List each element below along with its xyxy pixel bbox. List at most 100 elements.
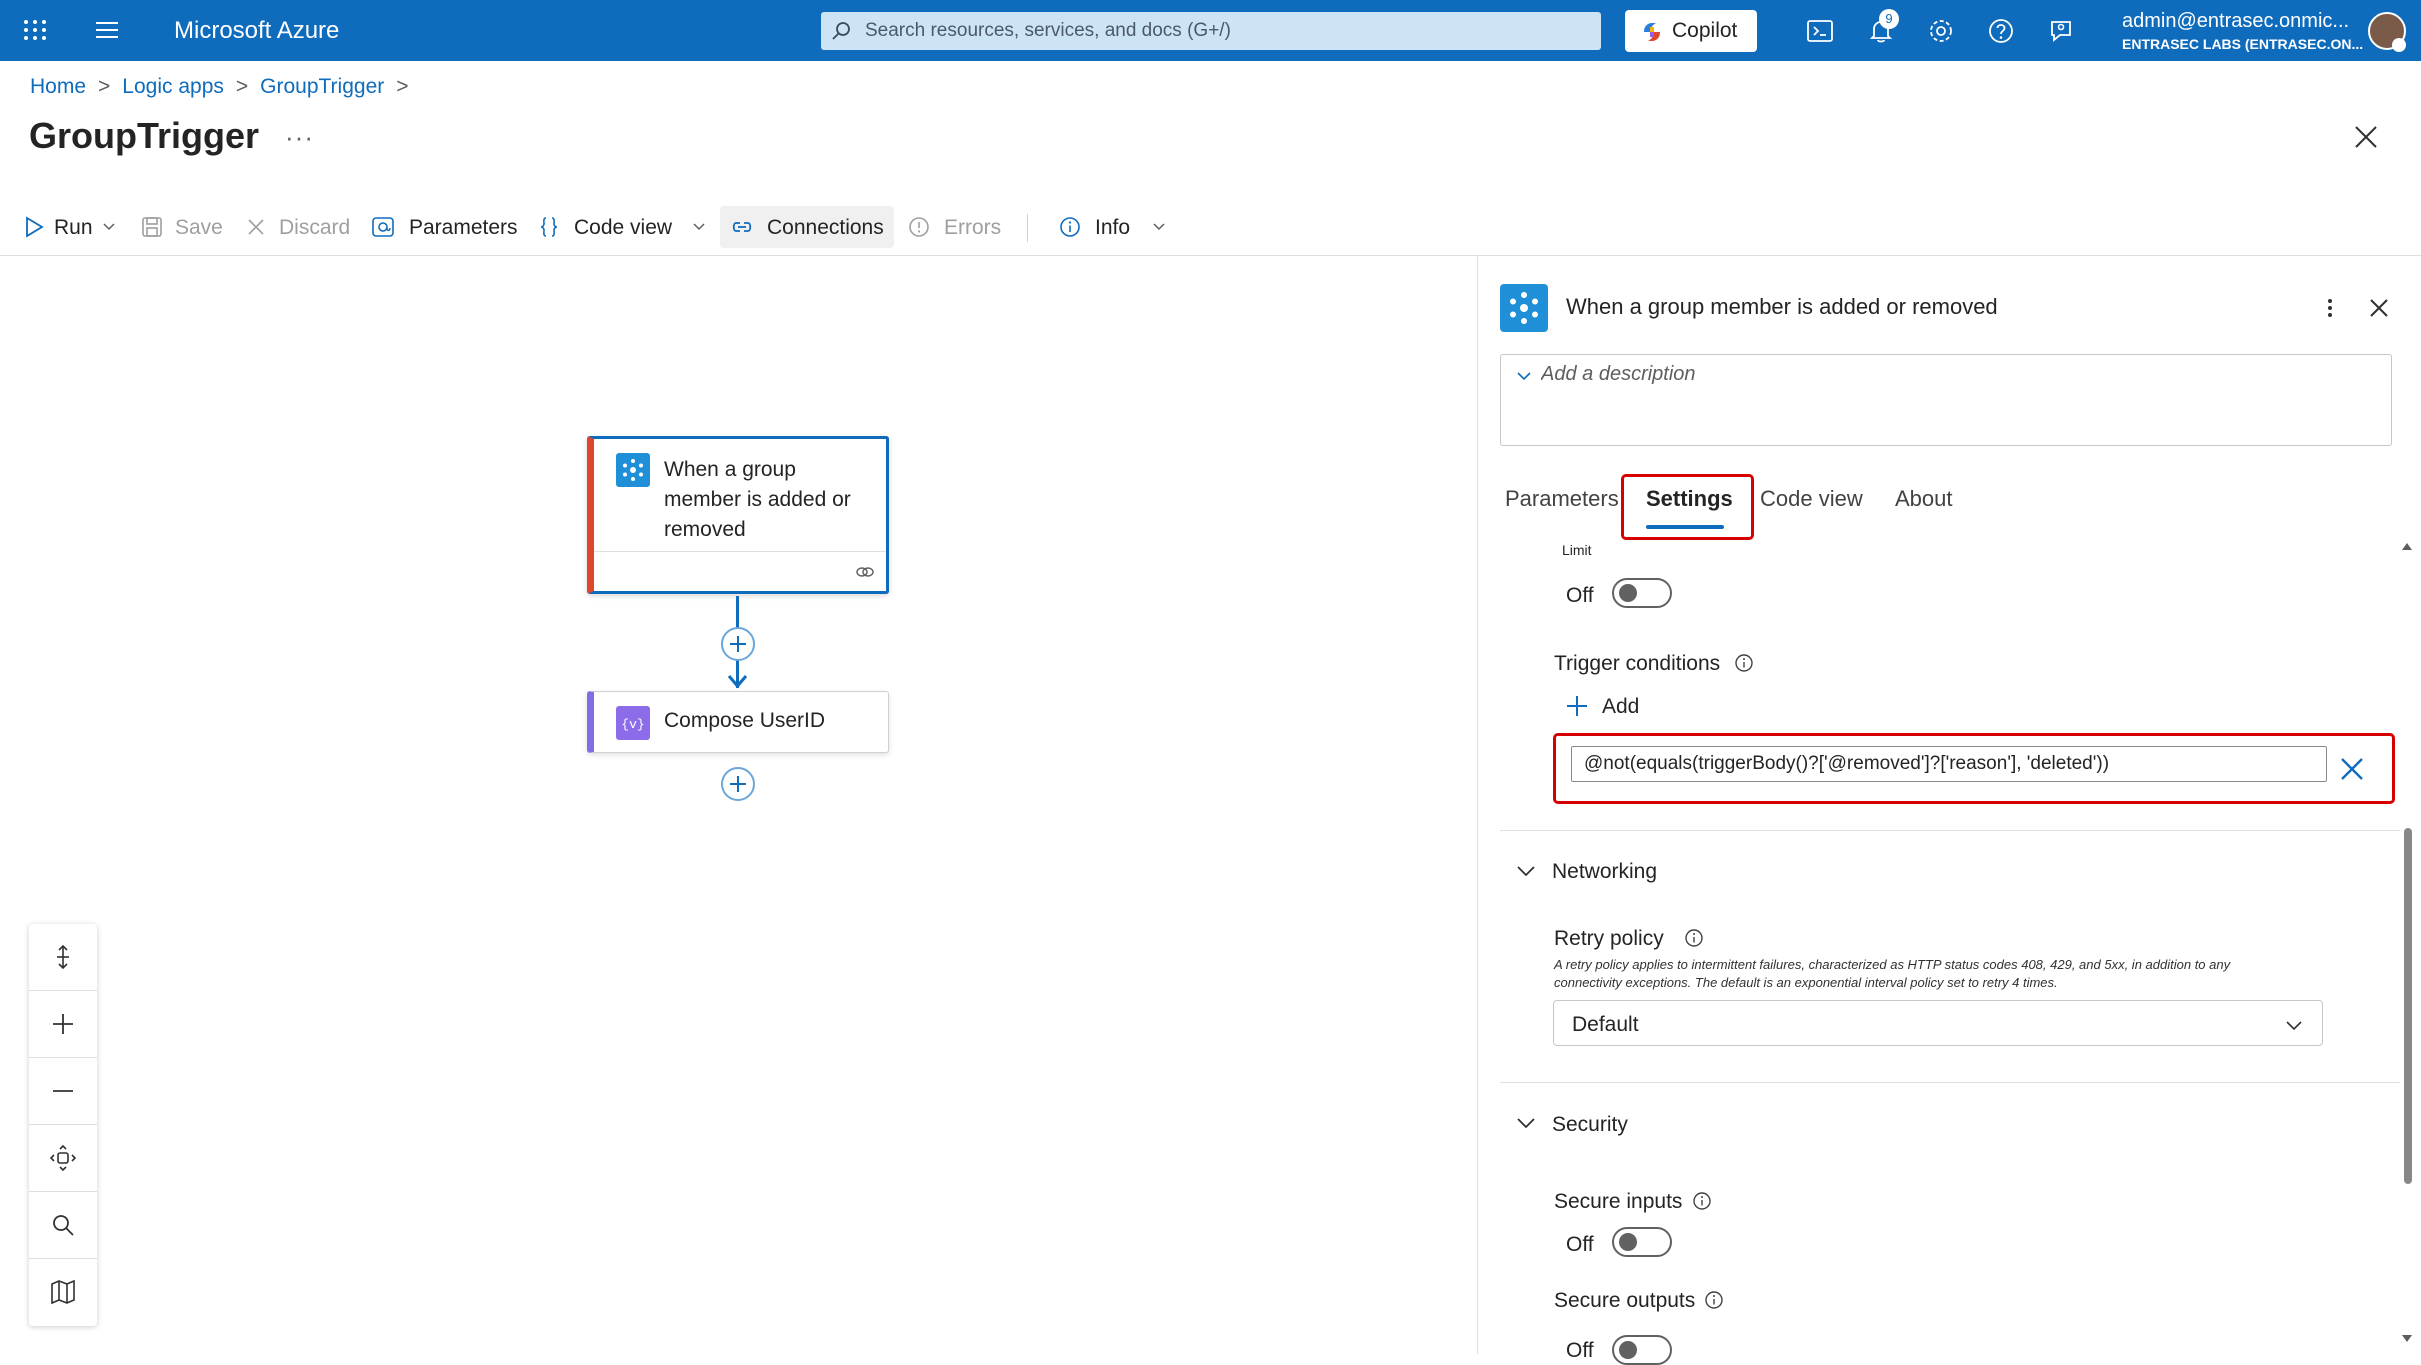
zoom-in-button[interactable]	[29, 991, 97, 1058]
copilot-label: Copilot	[1672, 19, 1738, 42]
toolbar-divider	[1027, 214, 1028, 242]
trigger-condition-input[interactable]	[1571, 746, 2327, 782]
connection-link-icon	[856, 567, 874, 577]
connections-button[interactable]: Connections	[720, 206, 894, 248]
description-input[interactable]	[1541, 363, 2381, 433]
global-search[interactable]	[821, 12, 1601, 50]
code-view-button[interactable]: Code view	[537, 206, 711, 248]
secure-inputs-label: Secure inputs	[1554, 1190, 1683, 1213]
retry-policy-dropdown[interactable]: Default	[1553, 1000, 2323, 1046]
search-canvas-button[interactable]	[29, 1192, 97, 1259]
azure-top-bar: Microsoft Azure Copilot 9 admin@entrasec…	[0, 0, 2421, 61]
more-options-button[interactable]: ···	[285, 122, 314, 153]
toggle-knob	[1619, 584, 1637, 602]
run-label: Run	[54, 216, 93, 239]
parameters-label: Parameters	[409, 216, 518, 239]
toggle-knob	[1619, 1233, 1637, 1251]
chevron-down-icon	[2286, 1021, 2302, 1031]
tab-code-view[interactable]: Code view	[1760, 486, 1863, 512]
retry-policy-description-1: A retry policy applies to intermittent f…	[1554, 957, 2231, 972]
limit-toggle[interactable]	[1612, 578, 1672, 608]
map-icon	[51, 1279, 75, 1305]
action-node-card[interactable]: {v} Compose UserID	[587, 691, 889, 753]
toggle-knob	[1619, 1341, 1637, 1359]
cloud-shell-icon[interactable]	[1805, 16, 1835, 46]
avatar[interactable]	[2368, 12, 2406, 52]
arrow-down-icon	[727, 675, 748, 689]
info-icon[interactable]	[1704, 1290, 1724, 1310]
svg-text:{v}: {v}	[621, 717, 644, 732]
zoom-out-button[interactable]	[29, 1058, 97, 1125]
breadcrumb: Home > Logic apps > GroupTrigger >	[30, 75, 421, 99]
settings-gear-icon[interactable]	[1926, 16, 1956, 46]
info-icon[interactable]	[1734, 653, 1754, 673]
error-circle-icon	[909, 217, 929, 237]
breadcrumb-home[interactable]: Home	[30, 75, 86, 98]
connections-label: Connections	[767, 216, 884, 239]
errors-label: Errors	[944, 216, 1002, 239]
minimap-button[interactable]	[29, 1259, 97, 1326]
parameters-button[interactable]: Parameters	[371, 206, 519, 248]
minus-icon	[53, 1090, 73, 1092]
secure-inputs-toggle[interactable]	[1612, 1227, 1672, 1257]
plus-icon	[730, 636, 746, 652]
tab-about[interactable]: About	[1895, 486, 1953, 512]
info-icon[interactable]	[1684, 928, 1704, 948]
search-input[interactable]	[865, 12, 1585, 50]
chevron-down-icon[interactable]	[1515, 1112, 1537, 1134]
description-box[interactable]	[1500, 354, 2392, 446]
account-tenant[interactable]: ENTRASEC LABS (ENTRASEC.ON...	[2122, 36, 2363, 52]
entra-groups-icon	[616, 453, 650, 487]
scroll-up-arrow-icon[interactable]	[2400, 540, 2414, 552]
chevron-down-icon	[1153, 223, 1165, 231]
secure-outputs-toggle[interactable]	[1612, 1335, 1672, 1365]
networking-section-header[interactable]: Networking	[1552, 860, 1657, 884]
scroll-down-arrow-icon[interactable]	[2400, 1333, 2414, 1345]
save-button[interactable]: Save	[140, 206, 224, 248]
chevron-down-icon[interactable]	[1515, 860, 1537, 882]
breadcrumb-logic-apps[interactable]: Logic apps	[122, 75, 224, 98]
help-icon[interactable]	[1986, 16, 2016, 46]
feedback-icon[interactable]	[2046, 16, 2076, 46]
search-icon	[53, 1215, 74, 1236]
canvas-controls	[29, 924, 97, 1326]
scrollbar-thumb[interactable]	[2404, 828, 2412, 1184]
copilot-button[interactable]: Copilot	[1625, 10, 1757, 52]
info-icon[interactable]	[1692, 1191, 1712, 1211]
fit-height-button[interactable]	[29, 924, 97, 991]
brand-title[interactable]: Microsoft Azure	[174, 17, 339, 45]
close-icon[interactable]	[2353, 124, 2379, 150]
secure-outputs-state: Off	[1566, 1339, 1594, 1362]
designer-canvas[interactable]	[0, 256, 1477, 1354]
errors-button[interactable]: Errors	[907, 206, 1007, 248]
save-icon	[142, 217, 162, 237]
chevron-down-icon[interactable]	[1515, 367, 1533, 385]
account-email[interactable]: admin@entrasec.onmic...	[2122, 10, 2349, 33]
insert-step-button[interactable]	[721, 627, 755, 661]
retry-policy-selected: Default	[1572, 1013, 1639, 1036]
tab-parameters[interactable]: Parameters	[1505, 486, 1619, 512]
trigger-node-card[interactable]: When a group member is added or removed	[587, 436, 889, 594]
fit-view-button[interactable]	[29, 1125, 97, 1192]
run-button[interactable]: Run	[22, 206, 120, 248]
plus-icon[interactable]	[1565, 694, 1589, 718]
code-view-label: Code view	[574, 216, 673, 239]
more-vertical-icon[interactable]	[2318, 296, 2342, 320]
trigger-conditions-label: Trigger conditions	[1554, 652, 1721, 675]
chevron-down-icon	[103, 223, 115, 231]
breadcrumb-grouptrigger[interactable]: GroupTrigger	[260, 75, 384, 98]
menu-icon[interactable]	[94, 20, 120, 40]
compose-data-icon: {v}	[616, 706, 650, 740]
add-condition-button[interactable]: Add	[1602, 695, 1639, 719]
app-launcher-icon[interactable]	[22, 18, 48, 42]
chevron-right-icon: >	[396, 75, 409, 98]
security-section-header[interactable]: Security	[1552, 1113, 1628, 1137]
trigger-node-footer	[594, 551, 886, 591]
discard-button[interactable]: Discard	[244, 206, 350, 248]
info-button[interactable]: Info	[1058, 206, 1168, 248]
remove-condition-icon[interactable]	[2339, 756, 2365, 782]
add-step-button[interactable]	[721, 767, 755, 801]
fit-vertical-icon	[57, 944, 69, 970]
chevron-down-icon	[693, 223, 705, 231]
close-icon[interactable]	[2367, 296, 2391, 320]
